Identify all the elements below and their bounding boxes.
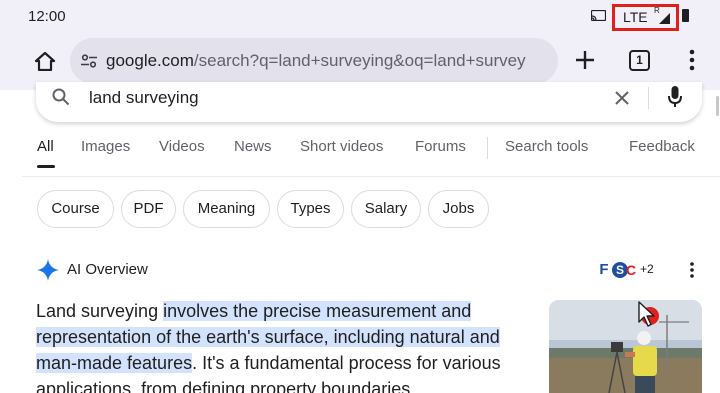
status-bar: 12:00 LTE R bbox=[0, 0, 720, 32]
tab-all[interactable]: All bbox=[37, 138, 54, 155]
network-indicator-highlight: LTE R bbox=[612, 4, 679, 31]
surveyor-image[interactable] bbox=[549, 300, 702, 393]
active-tab-indicator bbox=[37, 165, 55, 168]
ai-overview-title: AI Overview bbox=[67, 261, 148, 278]
tab-images[interactable]: Images bbox=[81, 138, 130, 155]
chip-jobs[interactable]: Jobs bbox=[428, 190, 489, 228]
tune-icon[interactable] bbox=[81, 54, 97, 68]
more-sources-count: +2 bbox=[640, 262, 654, 276]
chip-course[interactable]: Course bbox=[37, 190, 114, 228]
ai-overview-text: Land surveying involves the precise meas… bbox=[36, 298, 544, 393]
tab-forums[interactable]: Forums bbox=[415, 138, 466, 155]
ai-sources[interactable]: F S C +2 bbox=[596, 259, 656, 281]
tab-news[interactable]: News bbox=[234, 138, 272, 155]
chip-pdf[interactable]: PDF bbox=[121, 190, 176, 228]
overview-text-part: Land surveying bbox=[36, 301, 164, 321]
page-scrollbar[interactable] bbox=[716, 96, 719, 116]
cursor-icon bbox=[638, 301, 659, 327]
cast-icon bbox=[591, 10, 606, 21]
url-text: google.com/search?q=land+surveying&oq=la… bbox=[106, 51, 526, 71]
address-bar[interactable]: google.com/search?q=land+surveying&oq=la… bbox=[70, 38, 558, 84]
search-input[interactable]: land surveying bbox=[89, 88, 199, 108]
mic-icon[interactable] bbox=[668, 86, 682, 108]
tab-videos[interactable]: Videos bbox=[159, 138, 205, 155]
tabs-icon[interactable]: 1 bbox=[629, 50, 650, 71]
network-type-label: LTE bbox=[623, 9, 648, 25]
tab-search-tools[interactable]: Search tools bbox=[505, 138, 588, 155]
plus-icon[interactable] bbox=[574, 49, 596, 71]
search-box[interactable]: land surveying bbox=[36, 82, 702, 122]
tabs-divider bbox=[22, 176, 720, 177]
chips-fade bbox=[490, 188, 516, 230]
search-icon bbox=[52, 88, 70, 106]
menu-icon[interactable] bbox=[689, 49, 695, 71]
home-icon[interactable] bbox=[34, 51, 56, 71]
chip-meaning[interactable]: Meaning bbox=[183, 190, 270, 228]
more-options-icon[interactable] bbox=[690, 262, 694, 278]
tab-short-videos[interactable]: Short videos bbox=[300, 138, 383, 155]
status-time: 12:00 bbox=[28, 8, 66, 25]
url-host: google.com bbox=[106, 51, 194, 70]
url-path: /search?q=land+surveying&oq=land+survey bbox=[193, 51, 526, 70]
battery-icon bbox=[682, 9, 689, 22]
chip-types[interactable]: Types bbox=[277, 190, 344, 228]
tab-feedback[interactable]: Feedback bbox=[629, 138, 695, 155]
chip-salary[interactable]: Salary bbox=[351, 190, 421, 228]
ai-sparkle-icon bbox=[37, 259, 59, 281]
source-favicon-icon: C bbox=[626, 262, 637, 278]
signal-icon bbox=[659, 13, 670, 24]
tabs-separator bbox=[487, 137, 488, 159]
clear-icon[interactable] bbox=[614, 90, 630, 106]
search-divider bbox=[648, 87, 649, 109]
source-favicon-icon: F bbox=[599, 261, 609, 278]
search-tabs: All Images Videos News Short videos Foru… bbox=[0, 135, 720, 169]
